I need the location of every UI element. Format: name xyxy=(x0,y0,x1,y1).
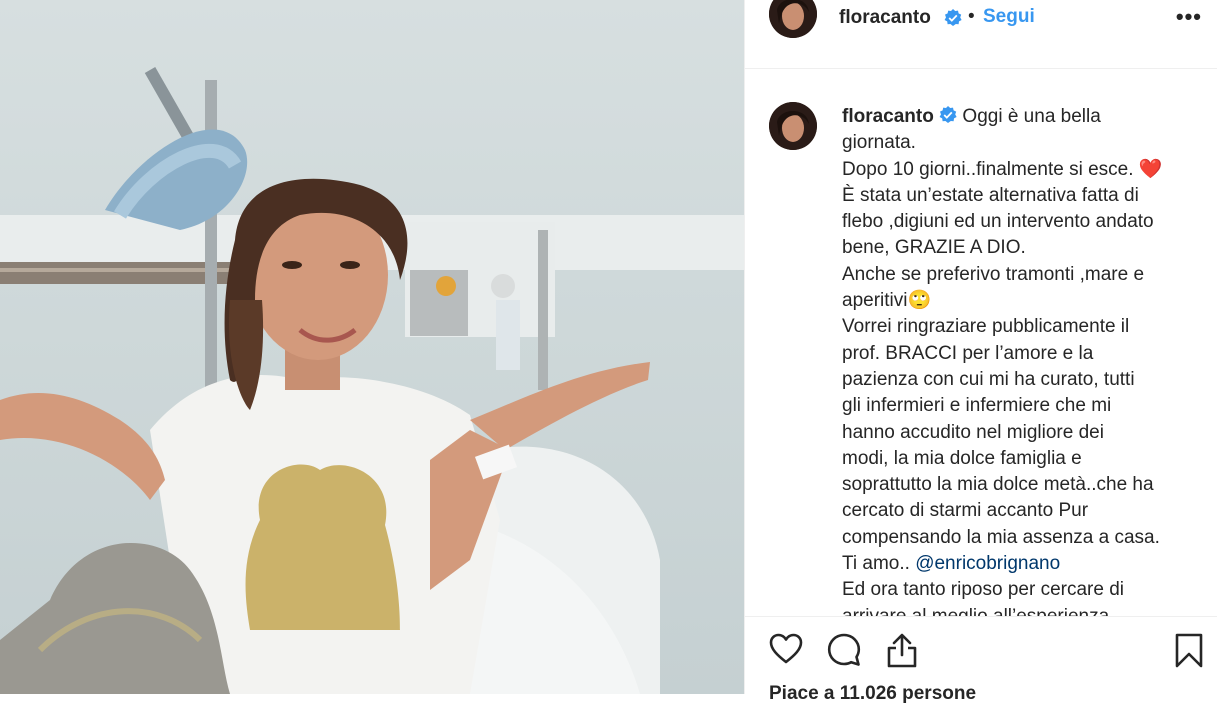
caption-line: prof. BRACCI per l’amore e la xyxy=(842,342,1094,364)
caption-text: floracanto Oggi è una bella giornata. Do… xyxy=(842,104,1202,616)
caption-line-text: Ti amo.. xyxy=(842,553,910,575)
likes-count[interactable]: Piace a 11.026 persone xyxy=(769,683,976,705)
caption-line: compensando la mia assenza a casa. xyxy=(842,526,1160,548)
caption-line-text: aperitivi xyxy=(842,290,908,312)
mention-link[interactable]: @enricobrignano xyxy=(915,553,1060,574)
red-heart-emoji: ❤️ xyxy=(1138,158,1163,180)
avatar[interactable] xyxy=(769,0,817,38)
share-upload-icon[interactable] xyxy=(885,633,919,674)
caption-username[interactable]: floracanto xyxy=(842,106,934,127)
caption-line: giornata. xyxy=(842,132,916,154)
caption-line: pazienza con cui mi ha curato, tutti xyxy=(842,368,1135,390)
caption-line: Vorrei ringraziare pubblicamente il xyxy=(842,316,1130,338)
post-header: floracanto • Segui ••• xyxy=(745,0,1217,69)
caption-line: aperitivi🙄 xyxy=(842,288,1202,314)
caption-line: Ed ora tanto riposo per cercare di xyxy=(842,579,1124,601)
caption-container: floracanto Oggi è una bella giornata. Do… xyxy=(745,68,1217,616)
caption-line: hanno accudito nel migliore dei xyxy=(842,421,1104,443)
more-options-button[interactable]: ••• xyxy=(1176,4,1202,30)
follow-button[interactable]: Segui xyxy=(983,6,1035,28)
caption-line: soprattutto la mia dolce metà..che ha xyxy=(842,474,1154,496)
caption-line: flebo ,digiuni ed un intervento andato xyxy=(842,211,1154,233)
post-side-panel: floracanto • Segui ••• floracanto Oggi è… xyxy=(744,0,1217,704)
separator-dot: • xyxy=(968,6,975,27)
caption-avatar[interactable] xyxy=(769,102,817,150)
caption-line: modi, la mia dolce famiglia e xyxy=(842,447,1082,469)
post-image xyxy=(0,67,744,694)
post-photo[interactable] xyxy=(0,0,744,694)
caption-line: arrivare al meglio all’esperienza xyxy=(842,604,1202,616)
caption-line: cercato di starmi accanto Pur xyxy=(842,500,1089,522)
eyeroll-emoji: 🙄 xyxy=(907,290,932,312)
caption-line: bene, GRAZIE A DIO. xyxy=(842,237,1026,259)
verified-badge-icon xyxy=(944,9,962,27)
caption-line: Ti amo.. @enricobrignano xyxy=(842,551,1202,577)
heart-outline-icon[interactable] xyxy=(769,633,803,670)
caption-first-line: floracanto Oggi è una bella xyxy=(842,104,1202,130)
caption-line: gli infermieri e infermiere che mi xyxy=(842,395,1112,417)
comment-bubble-icon[interactable] xyxy=(827,633,861,672)
post-actions-bar: Piace a 11.026 persone xyxy=(745,616,1217,704)
caption-line: Dopo 10 giorni..finalmente si esce. ❤️ xyxy=(842,157,1202,183)
caption-line: È stata un’estate alternativa fatta di xyxy=(842,184,1139,206)
caption-line: Anche se preferivo tramonti ,mare e xyxy=(842,263,1145,285)
post-username[interactable]: floracanto xyxy=(839,7,931,29)
caption-line: Oggi è una bella xyxy=(962,106,1101,127)
caption-line-text: Dopo 10 giorni..finalmente si esce. xyxy=(842,158,1134,180)
verified-badge-icon xyxy=(939,106,957,124)
bookmark-icon[interactable] xyxy=(1175,633,1203,674)
